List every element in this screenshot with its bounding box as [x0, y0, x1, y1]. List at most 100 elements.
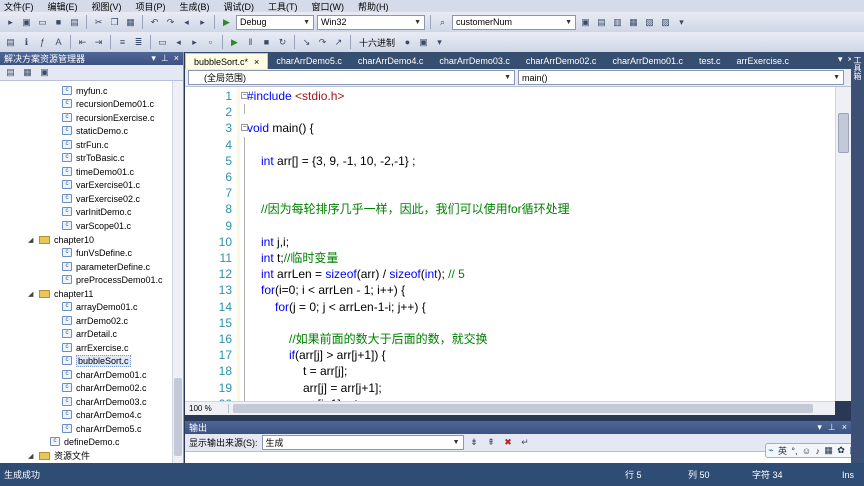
- save-icon[interactable]: ■: [52, 16, 65, 29]
- code-line[interactable]: int arr[] = {3, 9, -1, 10, -2,-1} ;: [261, 153, 415, 169]
- open-file-icon[interactable]: ▭: [36, 16, 49, 29]
- tree-file[interactable]: c strToBasic.c: [62, 151, 125, 164]
- object-browser-icon[interactable]: ▥: [611, 16, 624, 29]
- tree-file[interactable]: c recursionExercise.c: [62, 111, 155, 124]
- save-all-icon[interactable]: ▤: [68, 16, 81, 29]
- code-line[interactable]: void main() {: [247, 120, 314, 136]
- punctuation-icon[interactable]: °,: [791, 446, 797, 456]
- tree-file[interactable]: c arrayDemo01.c: [62, 300, 138, 313]
- breakpoints-icon[interactable]: ●: [401, 36, 414, 49]
- tree-file[interactable]: c myfun.c: [62, 84, 108, 97]
- tree-file[interactable]: c parameterDefine.c: [62, 260, 150, 273]
- tree-file[interactable]: c funVsDefine.c: [62, 246, 132, 259]
- tree-file[interactable]: c varInitDemo.c: [62, 205, 132, 218]
- toolbox-tab[interactable]: 工具箱: [852, 56, 863, 80]
- close-icon[interactable]: ×: [842, 422, 847, 433]
- menu-item[interactable]: 视图(V): [92, 0, 122, 13]
- solution-explorer-icon[interactable]: ▣: [579, 16, 592, 29]
- code-line[interactable]: int t;//临时变量: [261, 250, 338, 266]
- keyboard-icon[interactable]: ▦: [824, 445, 833, 456]
- menu-item[interactable]: 文件(F): [4, 0, 34, 13]
- expand-toggle-icon[interactable]: ◢: [28, 236, 36, 244]
- text-editor-icon[interactable]: ▤: [4, 36, 17, 49]
- tab-document[interactable]: test.c: [691, 53, 729, 69]
- tree-folder[interactable]: ◢ chapter11: [28, 287, 93, 300]
- close-icon[interactable]: ×: [174, 53, 179, 64]
- tree-file[interactable]: c bubbleSort.c: [62, 354, 131, 367]
- decrease-indent-icon[interactable]: ⇤: [76, 36, 89, 49]
- tab-document[interactable]: charArrDemo02.c: [518, 53, 605, 69]
- scope-select[interactable]: (全局范围) ▼: [188, 70, 515, 85]
- stop-icon[interactable]: ■: [260, 36, 273, 49]
- start-page-icon[interactable]: ▧: [643, 16, 656, 29]
- step-out-icon[interactable]: ↗: [332, 36, 345, 49]
- platform-select[interactable]: Win32 ▼: [317, 14, 425, 30]
- tree-file[interactable]: c defineDemo.c: [50, 435, 120, 448]
- quick-info-icon[interactable]: ℹ: [20, 36, 33, 49]
- voice-icon[interactable]: ♪: [816, 446, 821, 456]
- clear-bookmark-icon[interactable]: ▫: [204, 36, 217, 49]
- uncomment-icon[interactable]: ≣: [132, 36, 145, 49]
- word-complete-icon[interactable]: A: [52, 36, 65, 49]
- prev-bookmark-icon[interactable]: ◂: [172, 36, 185, 49]
- menu-item[interactable]: 调试(D): [224, 0, 255, 13]
- view-code-icon[interactable]: ▣: [38, 66, 51, 79]
- hex-display-toggle[interactable]: 十六进制: [359, 36, 395, 49]
- cut-icon[interactable]: ✂: [92, 16, 105, 29]
- code-line[interactable]: t = arr[j];: [303, 363, 347, 379]
- tab-document[interactable]: charArrDemo4.c: [350, 53, 432, 69]
- zoom-level[interactable]: 100 %: [185, 404, 229, 413]
- increase-indent-icon[interactable]: ⇥: [92, 36, 105, 49]
- code-editor[interactable]: 1234567891011121314151617181920 #include…: [185, 87, 835, 401]
- tree-file[interactable]: c charArrDemo5.c: [62, 422, 142, 435]
- restart-icon[interactable]: ↻: [276, 36, 289, 49]
- start-debug-icon[interactable]: ▶: [220, 16, 233, 29]
- member-select[interactable]: main() ▼: [518, 70, 844, 85]
- output-source-select[interactable]: 生成 ▼: [261, 435, 464, 450]
- emoji-icon[interactable]: ☺: [802, 446, 811, 456]
- tree-folder[interactable]: ◢ 资源文件: [28, 449, 90, 462]
- step-over-icon[interactable]: ↷: [316, 36, 329, 49]
- extensions-icon[interactable]: ▨: [659, 16, 672, 29]
- code-line[interactable]: #include <stdio.h>: [247, 88, 344, 104]
- clear-all-icon[interactable]: ✖: [502, 436, 515, 449]
- add-item-icon[interactable]: ▣: [20, 16, 33, 29]
- expand-toggle-icon[interactable]: ◢: [28, 290, 36, 298]
- tree-file[interactable]: c strFun.c: [62, 138, 109, 151]
- tab-document[interactable]: bubbleSort.c* ×: [185, 53, 269, 69]
- next-bookmark-icon[interactable]: ▸: [188, 36, 201, 49]
- tree-file[interactable]: c recursionDemo01.c: [62, 97, 154, 110]
- tab-document[interactable]: arrExercise.c: [728, 53, 797, 69]
- toolbox-icon[interactable]: ▦: [627, 16, 640, 29]
- code-line[interactable]: int arrLen = sizeof(arr) / sizeof(int); …: [261, 266, 465, 282]
- comment-icon[interactable]: ≡: [116, 36, 129, 49]
- properties-icon[interactable]: ▤: [595, 16, 608, 29]
- solution-explorer-scrollbar[interactable]: [172, 81, 183, 463]
- tree-file[interactable]: c varExercise01.c: [62, 178, 140, 191]
- find-icon[interactable]: ⌕: [436, 16, 449, 29]
- code-line[interactable]: arr[j] = arr[j+1];: [303, 380, 382, 396]
- horizontal-scrollbar[interactable]: [233, 404, 813, 413]
- toolbar-options-icon[interactable]: ▾: [433, 36, 446, 49]
- tree-file[interactable]: c varExercise02.c: [62, 192, 140, 205]
- menu-item[interactable]: 编辑(E): [48, 0, 78, 13]
- window-position-icon[interactable]: ▾: [817, 422, 822, 433]
- nav-back-icon[interactable]: ◂: [180, 16, 193, 29]
- continue-icon[interactable]: ▶: [228, 36, 241, 49]
- ime-mode[interactable]: 英: [778, 444, 787, 457]
- window-position-icon[interactable]: ▾: [151, 53, 156, 64]
- scrollbar-thumb[interactable]: [838, 113, 849, 153]
- menu-item[interactable]: 项目(P): [136, 0, 166, 13]
- tab-document[interactable]: charArrDemo5.c: [268, 53, 350, 69]
- redo-icon[interactable]: ↷: [164, 16, 177, 29]
- tree-file[interactable]: c preProcessDemo01.c: [62, 273, 163, 286]
- tree-file[interactable]: c arrDemo02.c: [62, 314, 128, 327]
- tree-file[interactable]: c arrDetail.c: [62, 327, 117, 340]
- menu-item[interactable]: 帮助(H): [358, 0, 389, 13]
- bookmark-icon[interactable]: ▭: [156, 36, 169, 49]
- close-tab-icon[interactable]: ×: [254, 57, 259, 67]
- toolbar-options-icon[interactable]: ▾: [675, 16, 688, 29]
- fold-toggle-icon[interactable]: −: [241, 92, 248, 99]
- pin-icon[interactable]: ⊥: [161, 53, 169, 64]
- menu-item[interactable]: 生成(B): [180, 0, 210, 13]
